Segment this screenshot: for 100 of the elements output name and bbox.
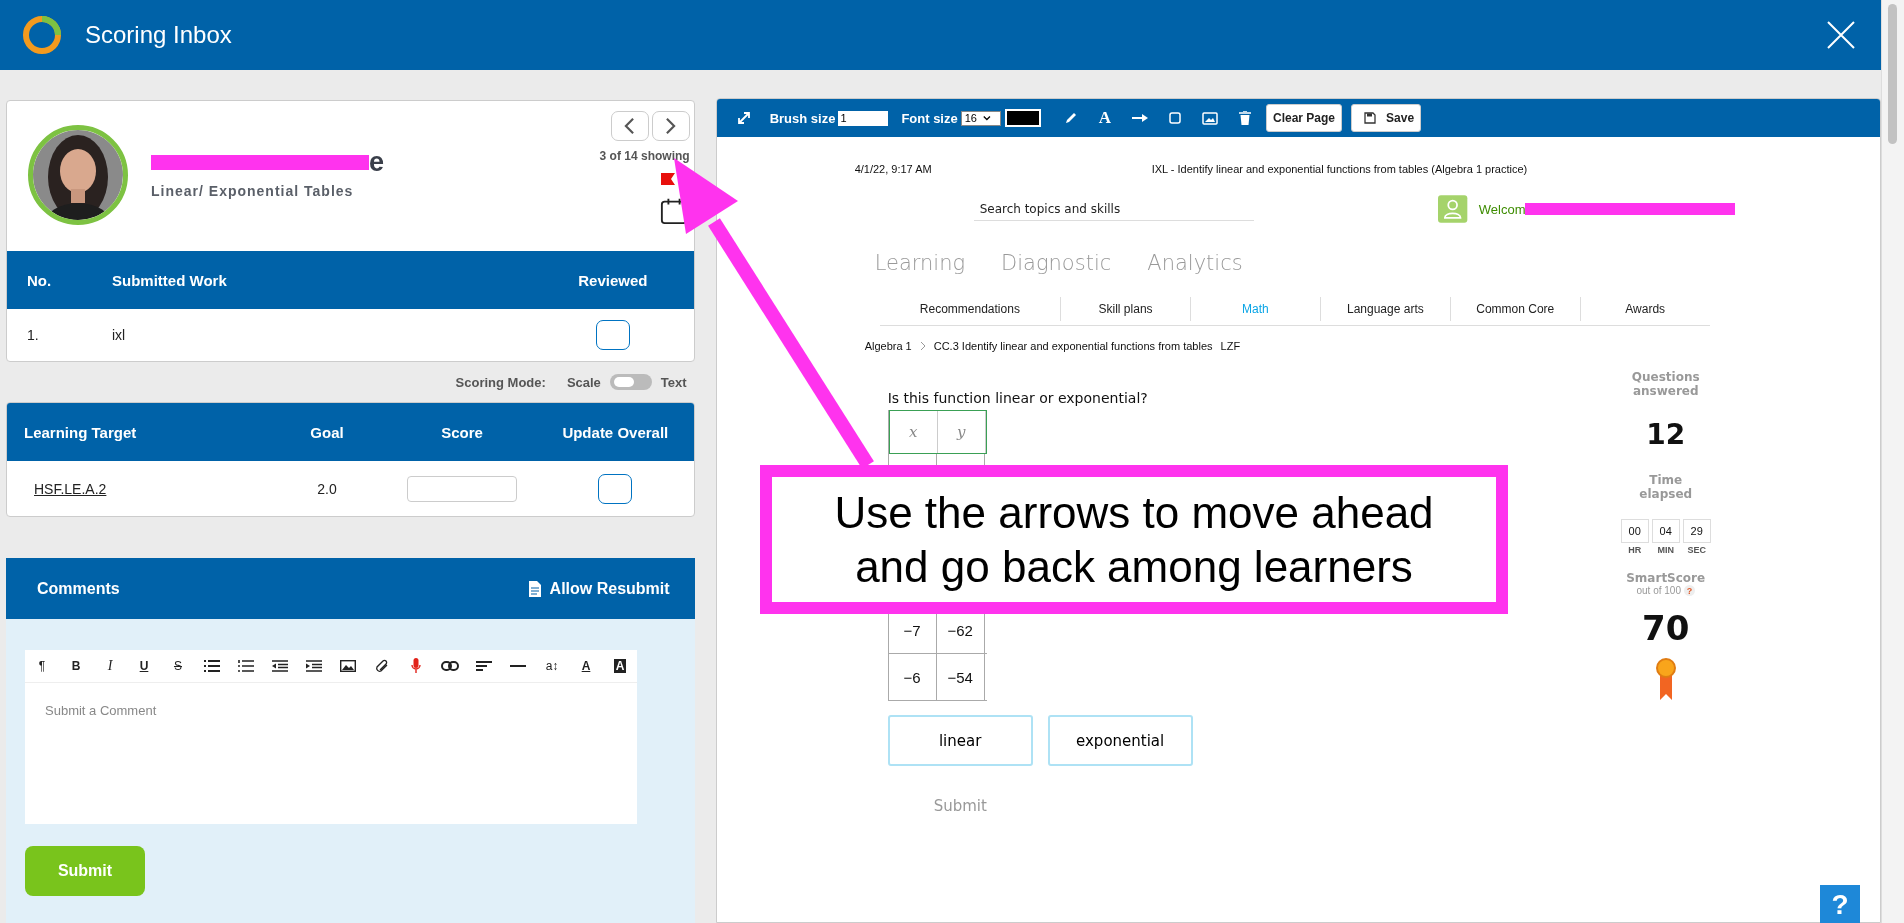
time-label: Time elapsed [1638, 473, 1694, 501]
scoring-mode-label: Scoring Mode: [455, 374, 546, 390]
horizontal-rule-icon[interactable] [510, 664, 526, 668]
help-button[interactable]: ? [1820, 885, 1860, 923]
smartscore-value: 70 [1642, 608, 1690, 648]
smartscore-label: SmartScore [1626, 571, 1706, 585]
timer-unit: MIN [1657, 545, 1674, 555]
clear-page-button[interactable]: Clear Page [1266, 104, 1343, 132]
column-header: Update Overall [561, 423, 670, 441]
color-swatch[interactable] [1004, 109, 1041, 127]
text-tool-button[interactable]: A [1098, 108, 1111, 128]
next-button[interactable] [651, 111, 690, 141]
highlight-button[interactable]: A [613, 659, 627, 673]
close-icon[interactable] [1826, 20, 1856, 50]
student-name: e [369, 146, 385, 178]
subject-tab[interactable]: Recommendations [919, 302, 1020, 316]
brush-size-label: Brush size [769, 110, 836, 126]
bullet-list-icon[interactable] [204, 660, 220, 672]
numbered-list-icon[interactable] [238, 660, 254, 672]
outdent-icon[interactable] [272, 660, 288, 672]
callout-text: Use the arrows to move ahead and go back among learners [833, 486, 1435, 593]
column-header: Score [440, 423, 484, 441]
comments-title: Comments [37, 579, 120, 598]
welcome-text: Welcom [1478, 201, 1526, 217]
underline-button[interactable]: U [139, 659, 149, 673]
table-cell: −54 [936, 654, 985, 700]
questions-count: 12 [1646, 418, 1686, 451]
previous-button[interactable] [610, 111, 649, 141]
column-header: y [937, 411, 986, 453]
question-text: Is this function linear or exponential? [887, 390, 1148, 406]
microphone-icon[interactable] [411, 658, 421, 674]
table-cell: −6 [888, 654, 937, 700]
text-label: Text [660, 374, 687, 390]
timer-value: 29 [1682, 519, 1711, 543]
column-header: Submitted Work [111, 271, 228, 289]
indent-icon[interactable] [306, 660, 322, 672]
italic-button[interactable]: I [107, 659, 113, 673]
timer-value: 00 [1620, 519, 1649, 543]
subject-tab[interactable]: Language arts [1347, 302, 1424, 316]
breadcrumb-link[interactable]: Algebra 1 [864, 340, 912, 352]
subject-tab[interactable]: Awards [1625, 302, 1666, 316]
chevron-right-icon [665, 117, 677, 135]
logo-icon [22, 15, 62, 55]
position-label: 3 of 14 showing [599, 149, 690, 163]
column-header: x [889, 411, 938, 453]
timer-unit: HR [1628, 545, 1642, 555]
table-cell-text: ixl [111, 327, 127, 343]
ribbon-icon [1655, 658, 1676, 700]
pencil-icon[interactable] [1063, 111, 1078, 125]
skill-name: CC.3 Identify linear and exponential functions from tables [933, 340, 1213, 352]
arrow-right-icon[interactable] [1132, 113, 1148, 123]
link-icon[interactable] [441, 661, 459, 671]
brush-size-input[interactable]: 1 [838, 110, 889, 126]
column-header: Learning Target [23, 423, 138, 441]
font-size-label: Font size [901, 110, 958, 126]
trash-icon[interactable] [1239, 111, 1251, 125]
timer-value: 04 [1651, 519, 1680, 543]
flag-icon[interactable] [660, 173, 675, 187]
expand-icon[interactable] [736, 111, 751, 125]
paragraph-button[interactable]: ¶ [38, 659, 46, 673]
strikethrough-button[interactable]: S [174, 659, 182, 673]
comment-field[interactable]: Submit a Comment [25, 683, 637, 824]
assignment-title: Linear/ Exponential Tables [151, 183, 355, 199]
column-header: No. [26, 271, 53, 289]
target-link[interactable]: HSF.LE.A.2 [34, 480, 107, 497]
document-icon [527, 579, 542, 598]
smartscore-caption: out of 100 [1636, 585, 1681, 596]
answer-choice[interactable]: exponential [1047, 715, 1193, 766]
table-cell-text: 1. [26, 327, 40, 343]
square-icon[interactable] [1169, 112, 1181, 124]
update-overall-checkbox[interactable] [598, 473, 633, 504]
score-input[interactable] [407, 475, 517, 502]
chevron-left-icon [624, 117, 636, 135]
scoring-mode-toggle[interactable] [609, 374, 652, 390]
column-header: Reviewed [577, 271, 649, 289]
save-button[interactable]: Save [1351, 104, 1422, 132]
subject-tab[interactable]: Common Core [1476, 302, 1555, 316]
chevron-right-icon [919, 341, 926, 351]
app-title: Scoring Inbox [85, 21, 232, 49]
timer-unit: SEC [1687, 545, 1706, 555]
document-title: IXL - Identify linear and exponential functions from tables (Algebra 1 practice) [1151, 163, 1528, 175]
questions-label: Questions answered [1630, 370, 1701, 398]
caret-icon [982, 115, 991, 121]
subject-tab[interactable]: Skill plans [1098, 302, 1153, 316]
align-left-icon[interactable] [476, 661, 492, 671]
table-cell-text: 2.0 [316, 480, 338, 497]
image-icon[interactable] [340, 660, 356, 672]
font-size-select[interactable]: 16 [960, 110, 1001, 126]
paperclip-icon[interactable] [375, 659, 389, 673]
scale-label: Scale [566, 374, 601, 390]
answer-choice[interactable]: linear [887, 715, 1033, 766]
scrollbar[interactable] [1881, 0, 1904, 923]
bold-button[interactable]: B [71, 659, 81, 673]
timestamp: 4/1/22, 9:17 AM [854, 163, 933, 175]
column-header: Goal [309, 423, 345, 441]
allow-resubmit-link[interactable]: Allow Resubmit [549, 579, 670, 598]
reviewed-checkbox[interactable] [595, 320, 630, 350]
skill-code: LZF [1220, 340, 1241, 352]
text-color-button[interactable]: A [581, 659, 591, 673]
font-size-button[interactable]: a↕ [545, 659, 559, 673]
